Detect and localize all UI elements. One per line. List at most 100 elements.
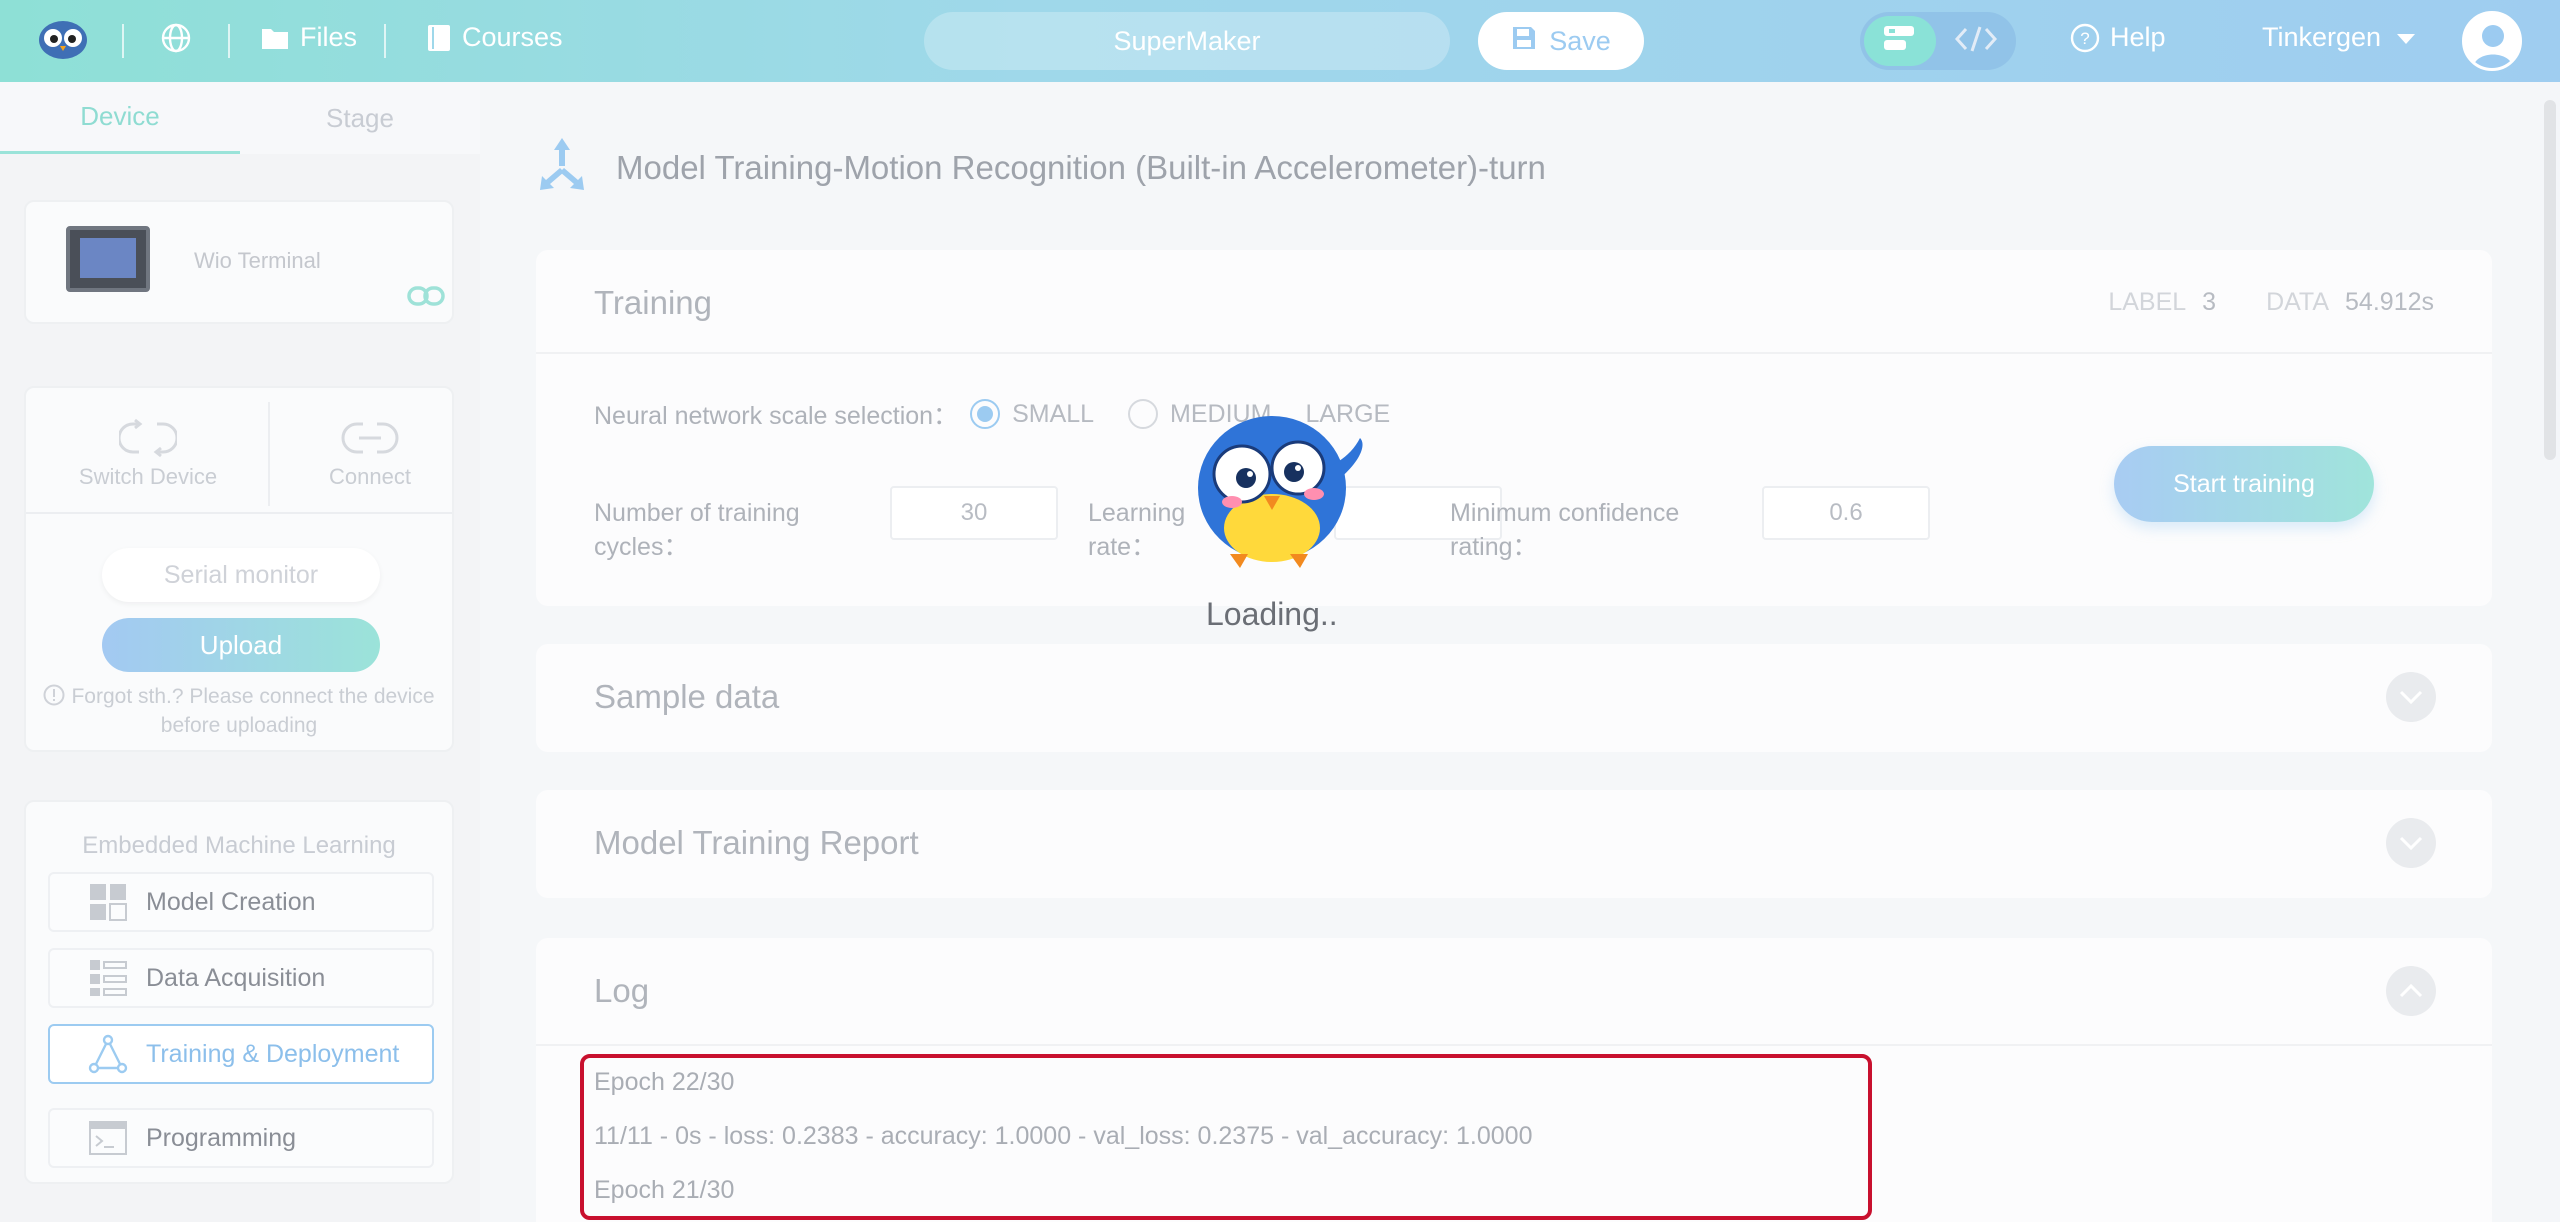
- training-panel-header: Training LABEL 3 DATA 54.912s: [536, 250, 2492, 354]
- confidence-input[interactable]: [1762, 486, 1930, 540]
- label-value: 3: [2202, 288, 2217, 316]
- scrollbar[interactable]: [2544, 100, 2556, 460]
- upload-button[interactable]: Upload: [102, 618, 380, 672]
- cycles-label: Number of training cycles：: [594, 496, 800, 564]
- project-name-field[interactable]: SuperMaker: [924, 12, 1450, 70]
- divider: [268, 402, 270, 506]
- data-value: 54.912s: [2345, 288, 2434, 316]
- radio-small[interactable]: [970, 399, 1001, 429]
- ml-item-programming[interactable]: Programming: [48, 1108, 434, 1168]
- connect-icon: [280, 418, 460, 464]
- avatar[interactable]: [2462, 11, 2522, 71]
- confidence-label: Minimum confidence rating：: [1450, 496, 1679, 564]
- help-label: Help: [2110, 22, 2166, 52]
- folder-icon: [260, 25, 290, 51]
- files-menu[interactable]: Files: [260, 22, 357, 53]
- save-button[interactable]: Save: [1478, 12, 1644, 70]
- scale-label: Neural network scale selection：: [594, 402, 959, 430]
- info-icon: [43, 684, 65, 713]
- data-key: DATA: [2266, 288, 2330, 316]
- radio-label: SMALL: [1012, 399, 1095, 428]
- cycles-label-line: Number of training: [594, 499, 800, 527]
- device-image: [66, 226, 150, 292]
- training-arrows-icon: [536, 136, 588, 199]
- globe-icon: [160, 22, 192, 54]
- chevron-down-icon[interactable]: [2386, 818, 2436, 868]
- blocks-icon: [1881, 22, 1919, 61]
- report-panel[interactable]: Model Training Report: [536, 790, 2492, 898]
- help-button[interactable]: ? Help: [2070, 22, 2166, 53]
- editor-mode-toggle: [1860, 12, 2016, 70]
- network-icon: [88, 1034, 128, 1074]
- code-icon: [1954, 24, 1998, 59]
- label-key: LABEL: [2108, 288, 2187, 316]
- report-title: Model Training Report: [594, 824, 919, 861]
- tab-stage[interactable]: Stage: [240, 82, 480, 154]
- device-control-card: Switch Device Connect Serial monitor Upl…: [24, 386, 454, 752]
- book-icon: [426, 23, 452, 53]
- owl-logo-icon[interactable]: [36, 18, 90, 60]
- top-bar: Files Courses SuperMaker Save ? Help Tin…: [0, 0, 2560, 82]
- help-icon: ?: [2070, 23, 2100, 53]
- files-label: Files: [300, 22, 358, 52]
- floppy-icon: [1511, 25, 1537, 58]
- sidebar: Device Stage Wio Terminal Switch Device …: [0, 82, 480, 1222]
- loading-text: Loading..: [1206, 596, 1338, 632]
- divider: [228, 24, 230, 58]
- main-content: Model Training-Motion Recognition (Built…: [480, 82, 2540, 1222]
- link-icon[interactable]: [406, 284, 446, 313]
- tab-device[interactable]: Device: [0, 82, 240, 154]
- start-training-button[interactable]: Start training: [2114, 446, 2374, 522]
- sample-data-panel[interactable]: Sample data: [536, 644, 2492, 752]
- page-header: Model Training-Motion Recognition (Built…: [536, 136, 1546, 199]
- chevron-down-icon[interactable]: [2386, 672, 2436, 722]
- owl-mascot-icon: [1160, 378, 1400, 578]
- terminal-icon: [88, 1118, 128, 1158]
- list-icon: [88, 958, 128, 998]
- courses-label: Courses: [462, 22, 563, 52]
- log-highlight-box: [580, 1054, 1872, 1220]
- device-name: Wio Terminal: [194, 248, 321, 273]
- cycles-input[interactable]: [890, 486, 1058, 540]
- upload-hint: Forgot sth.? Please connect the device b…: [32, 684, 446, 739]
- switch-device-button[interactable]: Switch Device: [58, 418, 238, 490]
- cycles-label-line: cycles：: [594, 533, 689, 561]
- grid-icon: [88, 882, 128, 922]
- divider: [384, 24, 386, 58]
- training-title: Training: [594, 284, 712, 321]
- sample-data-title: Sample data: [594, 678, 780, 715]
- chevron-up-icon[interactable]: [2386, 966, 2436, 1016]
- ml-item-data-acquisition[interactable]: Data Acquisition: [48, 948, 434, 1008]
- divider: [122, 24, 124, 58]
- caret-down-icon: [2395, 22, 2417, 53]
- ml-card: Embedded Machine Learning Model Creation…: [24, 800, 454, 1184]
- radio-medium[interactable]: [1128, 399, 1159, 429]
- log-header[interactable]: Log: [536, 938, 2492, 1046]
- device-card: Wio Terminal: [24, 200, 454, 324]
- save-label: Save: [1549, 25, 1611, 56]
- conf-label-line: rating：: [1450, 533, 1538, 561]
- log-title: Log: [594, 972, 650, 1009]
- ml-item-label: Training & Deployment: [146, 1039, 400, 1068]
- user-menu[interactable]: Tinkergen: [2262, 22, 2417, 53]
- svg-text:?: ?: [2080, 29, 2089, 48]
- ml-item-model-creation[interactable]: Model Creation: [48, 872, 434, 932]
- page-title: Model Training-Motion Recognition (Built…: [616, 148, 1546, 186]
- blocks-mode-button[interactable]: [1864, 16, 1936, 66]
- upload-hint-text: Forgot sth.? Please connect the device b…: [71, 685, 435, 737]
- code-mode-button[interactable]: [1940, 16, 2012, 66]
- user-name: Tinkergen: [2262, 22, 2382, 52]
- training-stats: LABEL 3 DATA 54.912s: [2108, 288, 2434, 317]
- ml-item-training-deployment[interactable]: Training & Deployment: [48, 1024, 434, 1084]
- ml-item-label: Model Creation: [146, 887, 316, 916]
- ml-section-title: Embedded Machine Learning: [82, 832, 396, 859]
- globe-button[interactable]: [160, 22, 192, 54]
- training-panel: Training LABEL 3 DATA 54.912s Neural net…: [536, 250, 2492, 606]
- switch-icon: [58, 418, 238, 464]
- divider: [26, 512, 452, 514]
- sidebar-tabs: Device Stage: [0, 82, 480, 154]
- serial-monitor-button[interactable]: Serial monitor: [102, 548, 380, 602]
- courses-menu[interactable]: Courses: [426, 22, 563, 53]
- switch-device-label: Switch Device: [78, 464, 218, 489]
- connect-button[interactable]: Connect: [280, 418, 460, 490]
